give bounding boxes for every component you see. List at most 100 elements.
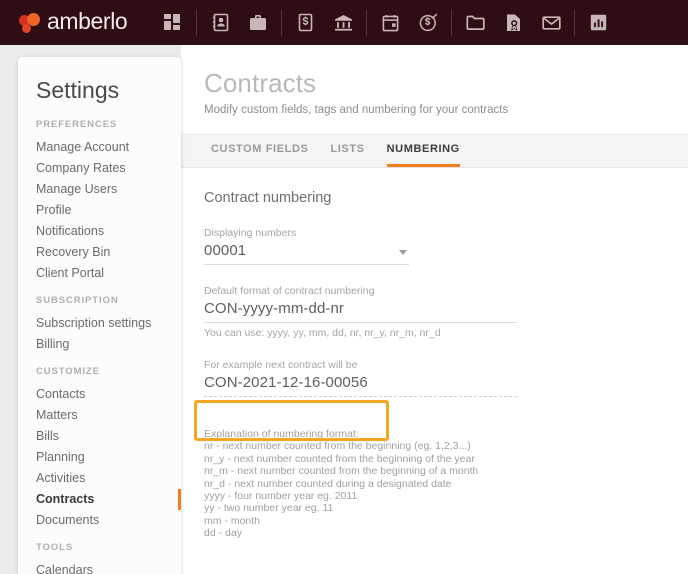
active-tab-underline [387,164,460,167]
sidebar-item-contacts[interactable]: Contacts [18,384,181,405]
calendar-icon[interactable] [371,0,409,45]
default-format-label: Default format of contract numbering [204,285,517,297]
sidebar-item-label: Notifications [36,224,104,238]
chevron-down-icon [399,250,407,255]
tab-label: NUMBERING [387,143,460,155]
dashboard-icon[interactable] [154,0,192,45]
explanation-line: yyyy - four number year eg. 2011 [204,490,688,502]
explanation-line: Explanation of numbering format: [204,428,688,440]
section-title: Contract numbering [204,190,688,206]
sidebar-item-documents[interactable]: Documents [18,510,181,531]
sidebar-item-calendars[interactable]: Calendars [18,560,181,574]
active-indicator [178,489,181,510]
sidebar-item-bills[interactable]: Bills [18,426,181,447]
explanation-line: nr - next number counted from the beginn… [204,440,688,452]
sidebar-item-billing[interactable]: Billing [18,334,181,355]
bills-icon[interactable] [286,0,324,45]
sidebar-item-label: Contracts [36,492,94,506]
nav-divider [281,10,282,36]
sidebar-item-label: Documents [36,513,99,527]
sidebar-item-label: Recovery Bin [36,245,110,259]
sidebar-item-profile[interactable]: Profile [18,200,181,221]
sidebar-item-label: Profile [36,203,71,217]
tab-label: LISTS [330,143,364,155]
top-navigation-bar: amberlo [0,0,688,45]
nav-divider [574,10,575,36]
example-value-row: CON-2021-12-16-00056 [204,374,517,397]
time-tracking-icon[interactable] [409,0,447,45]
reports-icon[interactable] [579,0,617,45]
content-header: Contracts Modify custom fields, tags and… [181,45,688,116]
tab-strip: CUSTOM FIELDS LISTS NUMBERING [181,133,688,168]
logo-wordmark: amberlo [47,10,127,35]
displaying-numbers-value: 00001 [204,242,409,259]
sidebar-item-label: Contacts [36,387,85,401]
sidebar-item-label: Billing [36,337,69,351]
amberlo-logo[interactable]: amberlo [18,0,127,45]
contract-icon[interactable] [494,0,532,45]
sidebar-item-label: Company Rates [36,161,126,175]
sidebar-item-client-portal[interactable]: Client Portal [18,263,181,284]
sidebar-item-label: Manage Users [36,182,117,196]
settings-sidebar: Settings PREFERENCES Manage Account Comp… [18,57,181,574]
folder-icon[interactable] [456,0,494,45]
page-title: Contracts [204,67,688,99]
nav-divider [366,10,367,36]
sidebar-item-notifications[interactable]: Notifications [18,221,181,242]
sidebar-item-label: Manage Account [36,140,129,154]
example-next-contract-field: For example next contract will be CON-20… [204,359,517,397]
mail-icon[interactable] [532,0,570,45]
numbering-form: Contract numbering Displaying numbers 00… [181,168,688,540]
sidebar-item-activities[interactable]: Activities [18,468,181,489]
tab-custom-fields[interactable]: CUSTOM FIELDS [211,132,308,167]
default-format-hint: You can use: yyyy, yy, mm, dd, nr, nr_y,… [204,327,517,339]
sidebar-item-label: Client Portal [36,266,104,280]
example-value: CON-2021-12-16-00056 [204,374,517,391]
default-format-input[interactable]: CON-yyyy-mm-dd-nr [204,300,517,323]
displaying-numbers-label: Displaying numbers [204,227,409,239]
sidebar-group-preferences: PREFERENCES [18,119,181,130]
top-nav-icon-group [154,0,617,45]
content-panel: Contracts Modify custom fields, tags and… [181,45,688,574]
contacts-icon[interactable] [201,0,239,45]
matters-icon[interactable] [239,0,277,45]
nav-divider [451,10,452,36]
tab-label: CUSTOM FIELDS [211,143,308,155]
logo-mark-icon [18,10,44,36]
nav-divider [196,10,197,36]
sidebar-item-label: Planning [36,450,85,464]
explanation-line: mm - month [204,515,688,527]
tab-lists[interactable]: LISTS [330,132,364,167]
sidebar-item-label: Calendars [36,563,93,574]
sidebar-item-manage-account[interactable]: Manage Account [18,137,181,158]
sidebar-item-label: Activities [36,471,85,485]
tab-numbering[interactable]: NUMBERING [387,132,460,167]
sidebar-item-subscription-settings[interactable]: Subscription settings [18,313,181,334]
bank-icon[interactable] [324,0,362,45]
page-subtitle: Modify custom fields, tags and numbering… [204,104,688,116]
sidebar-title: Settings [18,75,181,105]
sidebar-item-manage-users[interactable]: Manage Users [18,179,181,200]
explanation-line: nr_m - next number counted from the begi… [204,465,688,477]
sidebar-item-contracts[interactable]: Contracts [18,489,181,510]
sidebar-item-planning[interactable]: Planning [18,447,181,468]
sidebar-item-label: Subscription settings [36,316,151,330]
explanation-line: dd - day [204,527,688,539]
explanation-line: nr_y - next number counted from the begi… [204,453,688,465]
sidebar-item-company-rates[interactable]: Company Rates [18,158,181,179]
sidebar-item-label: Matters [36,408,78,422]
default-format-value: CON-yyyy-mm-dd-nr [204,300,517,317]
numbering-format-explanation: Explanation of numbering format: nr - ne… [204,428,688,540]
sidebar-group-subscription: SUBSCRIPTION [18,295,181,306]
displaying-numbers-field: Displaying numbers 00001 [204,227,409,265]
explanation-line: nr_d - next number counted during a desi… [204,478,688,490]
sidebar-item-label: Bills [36,429,59,443]
example-label: For example next contract will be [204,359,517,371]
sidebar-item-matters[interactable]: Matters [18,405,181,426]
sidebar-group-customize: CUSTOMIZE [18,366,181,377]
explanation-line: yy - two number year eg. 11 [204,502,688,514]
sidebar-item-recovery-bin[interactable]: Recovery Bin [18,242,181,263]
displaying-numbers-select[interactable]: 00001 [204,242,409,265]
sidebar-group-tools: TOOLS [18,542,181,553]
default-format-field: Default format of contract numbering CON… [204,285,517,339]
